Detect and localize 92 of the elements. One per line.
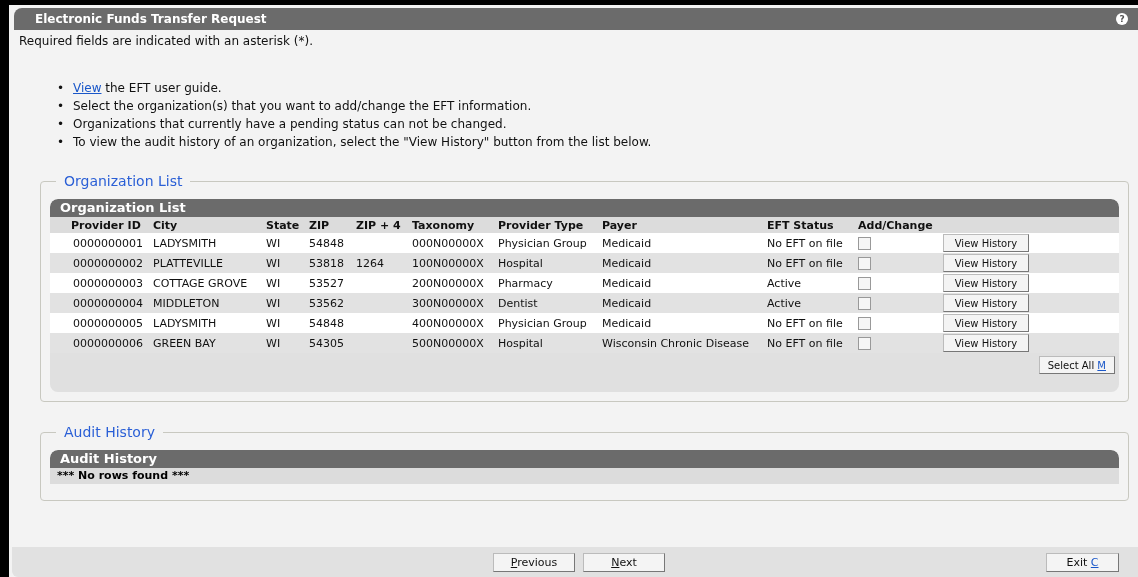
table-cell: LADYSMITH — [153, 316, 217, 330]
view-history-button[interactable]: View History — [943, 314, 1029, 332]
table-cell: 400N00000X — [412, 316, 484, 330]
table-cell: 0000000004 — [73, 296, 143, 310]
instruction-text: To view the audit history of an organization, select the "View History" button from the list below. — [73, 134, 652, 151]
table-cell: Dentist — [498, 296, 538, 310]
table-cell: COTTAGE GROVE — [153, 276, 248, 290]
table-cell: Pharmacy — [498, 276, 553, 290]
add-change-checkbox[interactable] — [858, 256, 871, 270]
column-header: Provider Type — [498, 218, 584, 232]
table-cell: Physician Group — [498, 236, 587, 250]
table-cell: WI — [266, 316, 281, 330]
table-cell: MIDDLETON — [153, 296, 220, 310]
table-cell: 0000000001 — [73, 236, 143, 250]
table-cell: WI — [266, 236, 281, 250]
table-cell: 300N00000X — [412, 296, 484, 310]
table-cell: WI — [266, 256, 281, 270]
table-cell: Active — [767, 296, 802, 310]
column-header: EFT Status — [767, 218, 834, 232]
table-cell: WI — [266, 336, 281, 350]
table-cell: 0000000006 — [73, 336, 143, 350]
bullet-marker: • — [57, 116, 66, 133]
bullet-marker: • — [57, 98, 66, 115]
footer-button[interactable]: Previous — [493, 552, 575, 572]
table-cell: No EFT on file — [767, 256, 843, 270]
instruction-text: View the EFT user guide. — [73, 80, 222, 97]
table-cell: Hospital — [498, 256, 543, 270]
instruction-text: Organizations that currently have a pending status can not be changed. — [73, 116, 507, 133]
table-cell: 54848 — [309, 316, 344, 330]
table-cell: 100N00000X — [412, 256, 484, 270]
table-cell: Wisconsin Chronic Disease — [602, 336, 749, 350]
instruction-text: Select the organization(s) that you want to add/change the EFT information. — [73, 98, 532, 115]
empty-message: *** No rows found *** — [57, 469, 190, 482]
table-cell: 0000000005 — [73, 316, 143, 330]
table-cell: LADYSMITH — [153, 236, 217, 250]
view-history-button[interactable]: View History — [943, 254, 1029, 272]
help-icon[interactable]: ? — [1116, 13, 1128, 25]
add-change-checkbox[interactable] — [858, 316, 871, 330]
bullet-marker: • — [57, 80, 66, 97]
table-cell: 1264 — [356, 256, 384, 270]
column-header: Payer — [602, 218, 637, 232]
table-cell: 54848 — [309, 236, 344, 250]
table-cell: No EFT on file — [767, 316, 843, 330]
table-cell: Active — [767, 276, 802, 290]
table-cell: Medicaid — [602, 316, 652, 330]
required-note: Required fields are indicated with an asterisk (*). — [18, 33, 314, 48]
window-title: Electronic Funds Transfer Request — [35, 12, 267, 26]
table-cell: 200N00000X — [412, 276, 484, 290]
footer-button[interactable]: Exit C — [1046, 552, 1119, 572]
user-guide-link[interactable]: View — [73, 81, 102, 95]
grid-title: Audit History — [50, 450, 1119, 468]
column-header: Add/Change — [858, 218, 933, 232]
table-cell: 53562 — [309, 296, 344, 310]
table-cell: Medicaid — [602, 296, 652, 310]
table-cell: No EFT on file — [767, 236, 843, 250]
column-header: ZIP — [309, 218, 330, 232]
footer-button[interactable]: Next — [583, 552, 665, 572]
column-header: Taxonomy — [412, 218, 475, 232]
view-history-button[interactable]: View History — [943, 234, 1029, 252]
table-cell: 000N00000X — [412, 236, 484, 250]
section-legend: Audit History — [56, 424, 163, 440]
column-header: State — [266, 218, 300, 232]
table-cell: Medicaid — [602, 236, 652, 250]
table-cell: GREEN BAY — [153, 336, 216, 350]
section-legend: Organization List — [56, 173, 191, 189]
table-cell: Physician Group — [498, 316, 587, 330]
add-change-checkbox[interactable] — [858, 296, 871, 310]
grid-title: Organization List — [50, 199, 1119, 217]
table-cell: Hospital — [498, 336, 543, 350]
table-cell: Medicaid — [602, 256, 652, 270]
view-history-button[interactable]: View History — [943, 294, 1029, 312]
bullet-marker: • — [57, 134, 66, 151]
table-cell: 0000000003 — [73, 276, 143, 290]
view-history-button[interactable]: View History — [943, 334, 1029, 352]
table-cell: 53818 — [309, 256, 344, 270]
select-all-button[interactable]: Select All M — [1038, 356, 1115, 374]
column-header: ZIP + 4 — [356, 218, 401, 232]
table-cell: 0000000002 — [73, 256, 143, 270]
table-cell: 53527 — [309, 276, 344, 290]
table-cell: WI — [266, 276, 281, 290]
column-header: Provider ID — [71, 218, 141, 232]
column-header: City — [153, 218, 178, 232]
table-cell: 500N00000X — [412, 336, 484, 350]
table-cell: WI — [266, 296, 281, 310]
view-history-button[interactable]: View History — [943, 274, 1029, 292]
table-cell: Medicaid — [602, 276, 652, 290]
add-change-checkbox[interactable] — [858, 336, 871, 350]
add-change-checkbox[interactable] — [858, 236, 871, 250]
table-cell: 54305 — [309, 336, 344, 350]
table-cell: PLATTEVILLE — [153, 256, 223, 270]
add-change-checkbox[interactable] — [858, 276, 871, 290]
table-cell: No EFT on file — [767, 336, 843, 350]
